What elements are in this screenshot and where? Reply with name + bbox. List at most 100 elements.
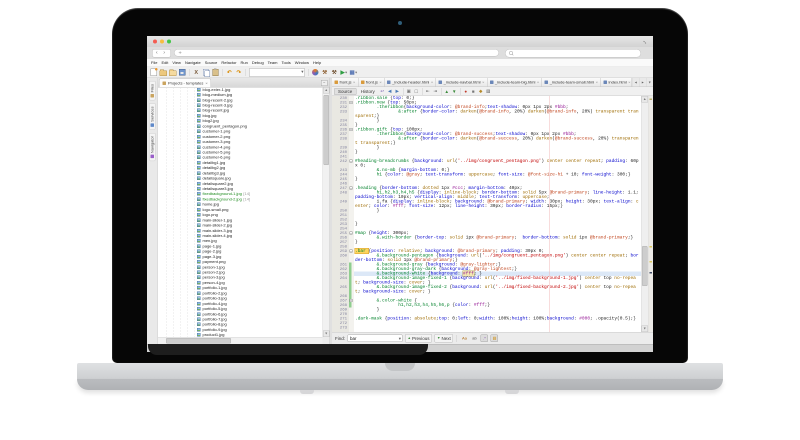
code-text[interactable]: &:after {border-color: darken(@brand-suc… (354, 137, 641, 146)
editor-tab--include-header-html[interactable]: _include-header.html× (385, 78, 436, 87)
sidebar-tab-files[interactable]: Files (149, 81, 156, 100)
save-all-button[interactable] (179, 68, 187, 76)
shift-right-icon[interactable]: ⇥ (432, 88, 438, 95)
editor-tab--include-team-small-html[interactable]: _include-team-small.html× (542, 78, 601, 87)
menu-item-window[interactable]: Window (293, 61, 311, 66)
url-field[interactable]: + (174, 49, 499, 57)
copy-button[interactable] (202, 68, 210, 76)
editor-tab--include-navbar-html[interactable]: _include-navbar.html× (436, 78, 487, 87)
whole-word-toggle[interactable]: ab (471, 335, 479, 343)
next-bookmark-icon[interactable]: ▼ (451, 88, 457, 95)
minimize-panel-button[interactable]: − (321, 80, 328, 86)
code-text[interactable]: &:after {border-color: darken(@brand-inf… (354, 110, 641, 119)
zoom-window-button[interactable] (167, 40, 171, 44)
code-editor[interactable]: 230.ribbon.sale {top: 0;}231.ribbon.new … (332, 96, 641, 332)
editor-tab-front-js[interactable]: front.js× (332, 78, 358, 87)
fold-toggle-icon[interactable] (350, 128, 353, 131)
scrollbar-thumb[interactable] (166, 338, 231, 344)
regex-toggle[interactable]: .* (481, 335, 489, 343)
menu-item-help[interactable]: Help (311, 61, 323, 66)
minimize-window-button[interactable] (160, 40, 164, 44)
unselect-icon[interactable]: ▢ (413, 88, 419, 95)
code-text[interactable]: &.background-image-fixed-2 {background: … (354, 285, 641, 294)
tab-projects[interactable]: Projects - templates × (159, 79, 211, 88)
record-macro-icon[interactable]: ● (463, 88, 469, 95)
close-icon[interactable]: × (205, 81, 207, 86)
editor-scrollbar[interactable]: ▲ ▼ (641, 96, 648, 332)
find-previous-button[interactable]: ▲Previous (405, 334, 432, 343)
previous-bookmark-icon[interactable]: ▲ (444, 88, 450, 95)
back-forward-buttons[interactable]: ‹ › (152, 49, 171, 58)
close-tab-icon[interactable]: × (431, 80, 433, 85)
editor-tab-front-js[interactable]: front.js× (358, 78, 384, 87)
close-tab-icon[interactable]: × (482, 80, 484, 85)
error-stripe[interactable] (648, 96, 653, 332)
fold-toggle-icon[interactable] (350, 232, 353, 235)
file-tree[interactable]: blog-exter-1.jpgblog-medium.jpgblog-rece… (158, 87, 323, 337)
menu-item-navigate[interactable]: Navigate (183, 61, 203, 66)
scrollbar-thumb[interactable] (642, 246, 648, 286)
config-combobox[interactable] (249, 68, 305, 77)
open-project-button[interactable] (169, 68, 177, 76)
editor-tab-index-html[interactable]: index.html× (601, 78, 634, 87)
source-view-button[interactable]: Source (334, 88, 356, 95)
fold-toggle-icon[interactable] (350, 101, 353, 104)
menu-item-source[interactable]: Source (203, 61, 220, 66)
editor-tab--include-team-big-html[interactable]: _include-team-big.html× (487, 78, 542, 87)
fold-toggle-icon[interactable] (350, 160, 353, 163)
menu-item-run[interactable]: Run (239, 61, 250, 66)
scroll-up-button[interactable]: ▲ (323, 87, 330, 94)
menu-item-team[interactable]: Team (266, 61, 280, 66)
sidebar-tab-navigator[interactable]: Navigator (149, 133, 156, 161)
profile-button[interactable]: ▦▾ (350, 68, 358, 76)
close-tab-icon[interactable]: × (379, 80, 381, 85)
close-tab-icon[interactable]: × (353, 80, 355, 85)
search-input[interactable] (505, 49, 641, 58)
new-file-button[interactable] (150, 68, 158, 76)
sidebar-tab-services[interactable]: Services (149, 103, 156, 129)
cut-button[interactable]: X (193, 68, 201, 76)
tab-scroll-button[interactable]: ◂ (632, 78, 639, 87)
menu-item-view[interactable]: View (170, 61, 183, 66)
tree-horizontal-scrollbar[interactable] (158, 337, 323, 344)
code-text[interactable]: i.fa {display: inline-block; background:… (354, 200, 641, 209)
new-project-button[interactable] (160, 68, 168, 76)
last-edit-icon[interactable]: ↩ (379, 88, 385, 95)
find-input[interactable]: bar (348, 335, 403, 343)
shift-left-icon[interactable]: ⇤ (425, 88, 431, 95)
tab-scroll-button[interactable]: ▾ (646, 78, 653, 87)
stop-macro-icon[interactable]: ■ (470, 88, 476, 95)
comment-icon[interactable]: ◆ (478, 88, 484, 95)
paste-button[interactable] (212, 68, 220, 76)
menu-item-file[interactable]: File (149, 61, 159, 66)
find-next-button[interactable]: ▼Next (434, 334, 453, 343)
menu-item-edit[interactable]: Edit (159, 61, 170, 66)
undo-button[interactable]: ↶ (226, 68, 234, 76)
close-tab-icon[interactable]: × (537, 80, 539, 85)
fold-toggle-icon[interactable] (350, 187, 353, 190)
menu-item-debug[interactable]: Debug (250, 61, 266, 66)
close-window-button[interactable] (153, 40, 157, 44)
tab-scroll-button[interactable]: ▸ (639, 78, 646, 87)
menu-item-tools[interactable]: Tools (279, 61, 292, 66)
menu-item-refactor[interactable]: Refactor (219, 61, 238, 66)
close-tab-icon[interactable]: × (628, 80, 630, 85)
fold-toggle-icon[interactable] (350, 299, 353, 302)
uncomment-icon[interactable]: ▧ (485, 88, 491, 95)
back-icon[interactable]: ◀ (387, 88, 393, 95)
scrollbar-thumb[interactable] (324, 95, 330, 165)
resize-icon[interactable]: ↔ (641, 37, 651, 47)
close-tab-icon[interactable]: × (596, 80, 598, 85)
forward-icon[interactable]: ▶ (394, 88, 400, 95)
match-case-toggle[interactable]: Aa (461, 335, 469, 343)
build-button[interactable]: ⚒ (321, 68, 329, 76)
tree-vertical-scrollbar[interactable]: ▲ ▼ (323, 87, 330, 337)
redo-button[interactable]: ↷ (235, 68, 243, 76)
history-view-button[interactable]: History (358, 88, 378, 94)
code-text[interactable] (354, 326, 641, 331)
highlight-toggle[interactable]: ▤ (491, 335, 499, 343)
find-selection-icon[interactable]: ▣ (406, 88, 412, 95)
clean-build-button[interactable]: ⚒ (331, 68, 339, 76)
fold-toggle-icon[interactable] (350, 250, 353, 253)
memory-button[interactable] (312, 68, 320, 76)
